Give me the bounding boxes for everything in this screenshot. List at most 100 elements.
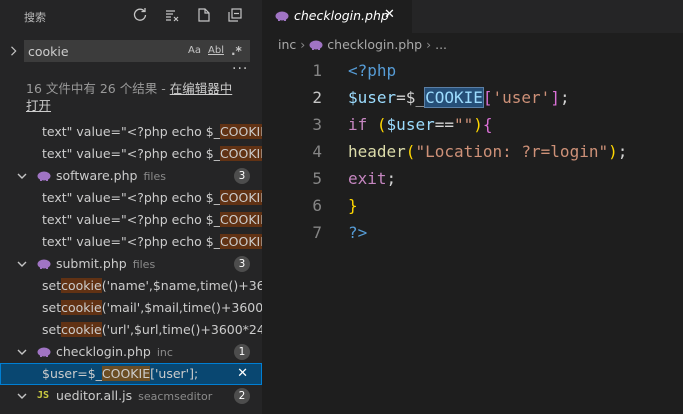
result-file-name: checklogin.php inc: [56, 344, 173, 359]
code-token: 'user': [492, 88, 551, 107]
more-actions-icon[interactable]: ···: [232, 62, 248, 76]
tab-checklogin[interactable]: checklogin.php ✕: [262, 0, 412, 33]
code-token: header: [348, 142, 406, 161]
match-preview: text" value="<?php echo $_COOKIE[...: [42, 187, 262, 209]
sidebar-header: 搜索: [0, 0, 262, 32]
code-token: <?php: [348, 61, 397, 80]
result-match-row[interactable]: text" value="<?php echo $_COOKIE[...: [0, 209, 262, 231]
match-highlight: COOKIE: [219, 124, 262, 139]
code-token: (: [376, 115, 387, 134]
result-file-dir: files: [132, 258, 156, 271]
result-file-row[interactable]: checklogin.php inc 1: [0, 341, 262, 363]
code-token: ?>: [348, 223, 368, 242]
editor-area: checklogin.php ✕ inc › checklogin.php ›... …: [262, 0, 683, 414]
chevron-down-icon[interactable]: [16, 258, 28, 270]
clear-results-icon[interactable]: [163, 6, 181, 24]
code-text: exit;: [348, 165, 396, 192]
regex-button[interactable]: .*: [231, 43, 242, 59]
code-token: [: [482, 88, 493, 107]
code-token: "": [453, 115, 474, 134]
result-file-row[interactable]: JS ueditor.all.js seacmseditor 2: [0, 385, 262, 407]
code-line[interactable]: 5 exit;: [262, 165, 683, 192]
code-token: $user: [386, 115, 435, 134]
match-preview: text" value="<?php echo $_COOKIE[...: [42, 231, 262, 253]
result-file-name: ueditor.all.js seacmseditor: [56, 388, 213, 403]
code-text: ?>: [348, 219, 367, 246]
chevron-right-icon: ›: [300, 37, 306, 52]
match-count-badge: 3: [234, 168, 250, 184]
line-number: 3: [312, 115, 322, 134]
code-token: ]: [550, 88, 560, 107]
match-case-button[interactable]: Aa: [188, 43, 201, 59]
code-line[interactable]: 4 header("Location: ?r=login");: [262, 138, 683, 165]
php-file-icon: [37, 347, 51, 357]
close-icon[interactable]: ✕: [384, 7, 395, 22]
chevron-right-icon[interactable]: [8, 43, 20, 59]
code-line[interactable]: 1 <?php: [262, 57, 683, 84]
result-match-row[interactable]: setcookie('url',$url,time()+3600*24*9...: [0, 319, 262, 341]
php-file-icon: [37, 259, 51, 269]
code-token: "Location: ?r=login": [415, 142, 609, 161]
code-line[interactable]: 7 ?>: [262, 219, 683, 246]
refresh-icon[interactable]: [131, 6, 149, 24]
result-file-dir: seacmseditor: [138, 390, 213, 403]
code-text: if ($user==""){: [348, 111, 493, 138]
code-token: ==: [434, 115, 454, 134]
code-token: ;: [617, 142, 628, 161]
breadcrumb: inc › checklogin.php ›...: [278, 37, 447, 53]
result-match-row[interactable]: text" value="<?php echo $_COOKIE[...: [0, 187, 262, 209]
result-match-row[interactable]: setcookie('mail',$mail,time()+3600*2...: [0, 297, 262, 319]
php-file-icon: [275, 11, 289, 21]
chevron-down-icon[interactable]: [16, 346, 28, 358]
result-match-row[interactable]: text" value="<?php echo $_COOKIE[...: [0, 231, 262, 253]
code-text: $user=$_COOKIE['user'];: [348, 84, 570, 111]
line-number: 2: [312, 88, 322, 107]
match-preview: text" value="<?php echo $_COOKIE[...: [42, 143, 262, 165]
breadcrumb-file[interactable]: checklogin.php: [327, 37, 422, 52]
code-token: ;: [559, 88, 570, 107]
search-input[interactable]: [28, 42, 178, 60]
code-text: <?php: [348, 57, 396, 84]
match-highlight: cookie: [61, 322, 102, 337]
match-highlight: COOKIE: [219, 146, 262, 161]
code-line[interactable]: 2 $user=$_COOKIE['user'];: [262, 84, 683, 111]
search-row: Aa Abl .*: [0, 38, 262, 64]
dismiss-icon[interactable]: ✕: [237, 363, 248, 385]
whole-word-button[interactable]: Abl: [208, 43, 224, 59]
code-token: ;: [386, 169, 397, 188]
match-highlight: COOKIE: [101, 366, 151, 381]
line-number: 6: [312, 196, 322, 215]
code-text: }: [348, 192, 358, 219]
result-match-row[interactable]: [0, 407, 262, 414]
result-file-row[interactable]: software.php files 3: [0, 165, 262, 187]
tab-bar: checklogin.php ✕: [262, 0, 683, 33]
breadcrumb-folder[interactable]: inc: [278, 37, 296, 52]
result-match-row[interactable]: text" value="<?php echo $_COOKIE[...: [0, 121, 262, 143]
result-file-row[interactable]: submit.php files 3: [0, 253, 262, 275]
code-line[interactable]: 6}: [262, 192, 683, 219]
search-match-token: COOKIE: [424, 87, 484, 108]
chevron-down-icon[interactable]: [16, 170, 28, 182]
match-highlight: cookie: [61, 300, 102, 315]
match-highlight: cookie: [61, 278, 102, 293]
code-line[interactable]: 3 if ($user==""){: [262, 111, 683, 138]
result-match-row[interactable]: $user=$_COOKIE['user']; ✕: [0, 363, 262, 385]
match-highlight: COOKIE: [219, 234, 262, 249]
match-preview: setcookie('url',$url,time()+3600*24*9...: [42, 322, 262, 337]
collapse-all-icon[interactable]: [226, 6, 244, 24]
search-box: Aa Abl .*: [24, 40, 250, 62]
new-search-editor-icon[interactable]: [195, 6, 213, 24]
result-match-row[interactable]: text" value="<?php echo $_COOKIE[...: [0, 143, 262, 165]
line-number: 4: [312, 142, 322, 161]
php-file-icon: [37, 171, 51, 181]
result-match-row[interactable]: setcookie('name',$name,time()+360...: [0, 275, 262, 297]
match-preview: setcookie('mail',$mail,time()+3600*2...: [42, 300, 262, 315]
chevron-right-icon: ›: [426, 37, 432, 52]
match-preview: $user=$_COOKIE['user'];: [42, 366, 199, 381]
code-token: (: [405, 142, 416, 161]
chevron-down-icon[interactable]: [16, 390, 28, 402]
result-file-dir: files: [143, 170, 166, 183]
match-preview: text" value="<?php echo $_COOKIE[...: [42, 209, 262, 231]
match-count-badge: 1: [234, 344, 250, 360]
breadcrumb-symbols[interactable]: ...: [435, 37, 447, 52]
